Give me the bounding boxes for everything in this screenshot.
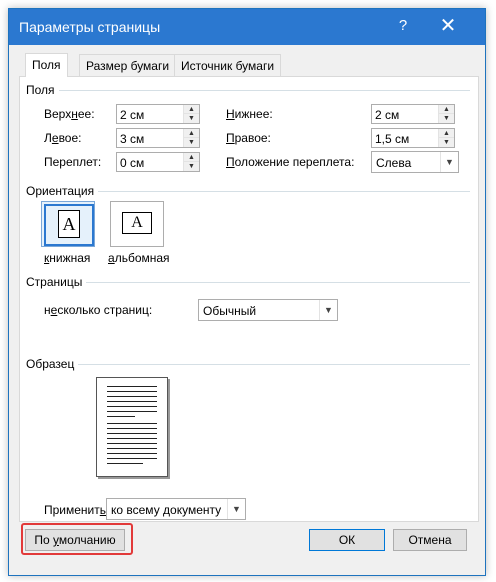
gutter-label: Переплет: [44, 155, 102, 169]
preview-line [107, 428, 157, 429]
spin-up-icon[interactable]: ▲ [184, 105, 199, 114]
close-icon[interactable]: ✕ [431, 15, 465, 39]
cancel-button[interactable]: Отмена [393, 529, 467, 551]
group-divider [26, 364, 470, 365]
group-divider [26, 90, 470, 91]
group-divider [26, 282, 470, 283]
bottom-margin-value[interactable]: 2 см [375, 108, 399, 122]
preview-group-label: Образец [26, 357, 79, 371]
ok-button[interactable]: ОК [309, 529, 385, 551]
preview-line [107, 448, 157, 449]
bottom-margin-spinner[interactable]: 2 см ▲ ▼ [371, 104, 455, 124]
margins-tab-panel: Поля Верхнее: 2 см ▲ ▼ Нижнее: 2 см ▲ ▼ Ле… [19, 76, 479, 522]
multiple-pages-select[interactable]: Обычный ▼ [198, 299, 338, 321]
preview-line [107, 406, 157, 407]
preview-line [107, 463, 143, 464]
margins-group-label: Поля [26, 83, 59, 97]
tab-paper-source[interactable]: Источник бумаги [174, 54, 282, 76]
chevron-down-icon[interactable]: ▼ [319, 300, 337, 320]
spin-up-icon[interactable]: ▲ [439, 105, 454, 114]
portrait-orientation-button[interactable]: A [41, 201, 95, 247]
portrait-page-icon: A [58, 210, 80, 238]
orientation-group-label: Ориентация [26, 184, 99, 198]
spin-down-icon[interactable]: ▼ [439, 114, 454, 123]
landscape-label: альбомная [108, 251, 170, 265]
landscape-orientation-button[interactable]: A [110, 201, 164, 247]
spin-down-icon[interactable]: ▼ [184, 162, 199, 171]
top-margin-label: Верхнее: [44, 107, 95, 121]
left-margin-label: Левое: [44, 131, 82, 145]
preview-line [107, 443, 157, 444]
help-icon[interactable]: ? [391, 17, 415, 37]
preview-line [107, 423, 157, 424]
portrait-label: книжная [44, 251, 91, 265]
tab-label: Размер бумаги [86, 59, 170, 73]
dialog-title: Параметры страницы [19, 19, 161, 35]
spin-down-icon[interactable]: ▼ [184, 114, 199, 123]
preview-line [107, 386, 157, 387]
tab-label: Источник бумаги [181, 59, 275, 73]
chevron-down-icon[interactable]: ▼ [440, 152, 458, 172]
preview-line [107, 453, 157, 454]
spin-up-icon[interactable]: ▲ [184, 153, 199, 162]
apply-to-select[interactable]: ко всему документу ▼ [106, 498, 246, 520]
multiple-pages-label: несколько страниц: [44, 303, 153, 317]
preview-line [107, 438, 157, 439]
preview-line [107, 411, 157, 412]
gutter-spinner[interactable]: 0 см ▲ ▼ [116, 152, 200, 172]
chevron-down-icon[interactable]: ▼ [227, 499, 245, 519]
preview-line [107, 416, 135, 417]
pages-group-label: Страницы [26, 275, 87, 289]
spin-up-icon[interactable]: ▲ [439, 129, 454, 138]
top-margin-spinner[interactable]: 2 см ▲ ▼ [116, 104, 200, 124]
right-margin-value[interactable]: 1,5 см [375, 132, 409, 146]
page-preview [96, 377, 168, 477]
gutter-value[interactable]: 0 см [120, 156, 144, 170]
tab-paper-size[interactable]: Размер бумаги [79, 54, 177, 76]
spin-down-icon[interactable]: ▼ [184, 138, 199, 147]
preview-line [107, 433, 157, 434]
tab-label: Поля [32, 58, 61, 72]
preview-line [107, 396, 157, 397]
preview-line [107, 391, 157, 392]
page-setup-dialog: Параметры страницы ? ✕ Поля Размер бумаг… [8, 8, 486, 576]
spin-down-icon[interactable]: ▼ [439, 138, 454, 147]
right-margin-label: Правое: [226, 131, 271, 145]
apply-to-value: ко всему документу [111, 503, 222, 517]
top-margin-value[interactable]: 2 см [120, 108, 144, 122]
multiple-pages-value: Обычный [203, 304, 257, 318]
gutter-position-value: Слева [376, 156, 412, 170]
gutter-position-label: Положение переплета: [226, 155, 355, 169]
spin-up-icon[interactable]: ▲ [184, 129, 199, 138]
tab-margins[interactable]: Поля [25, 53, 68, 77]
left-margin-value[interactable]: 3 см [120, 132, 144, 146]
apply-to-label: Применить: [44, 503, 109, 517]
preview-line [107, 458, 157, 459]
landscape-page-icon: A [122, 212, 152, 234]
highlight-frame [21, 523, 133, 555]
gutter-position-select[interactable]: Слева ▼ [371, 151, 459, 173]
right-margin-spinner[interactable]: 1,5 см ▲ ▼ [371, 128, 455, 148]
title-bar: Параметры страницы ? ✕ [9, 9, 485, 45]
bottom-margin-label: Нижнее: [226, 107, 273, 121]
preview-line [107, 401, 157, 402]
left-margin-spinner[interactable]: 3 см ▲ ▼ [116, 128, 200, 148]
